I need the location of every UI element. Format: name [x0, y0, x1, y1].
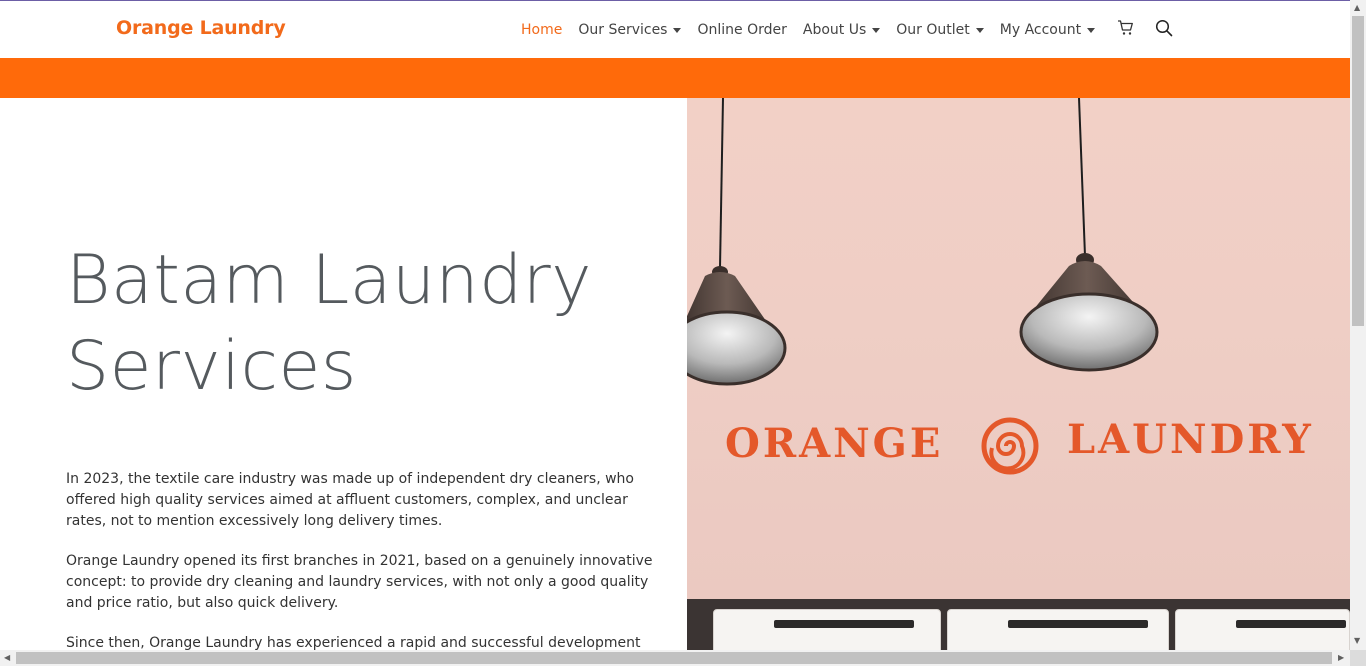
scroll-left-icon[interactable]: ◀: [4, 653, 10, 662]
vertical-scrollbar[interactable]: ▲ ▼: [1350, 0, 1366, 650]
horizontal-scroll-thumb[interactable]: [16, 652, 1332, 664]
scrollbar-corner: [1350, 650, 1366, 666]
hero-title-line-2: Services: [66, 327, 357, 406]
nav-item-label: My Account: [999, 22, 1082, 38]
nav-item-my-account[interactable]: My Account: [999, 22, 1096, 38]
scroll-down-icon[interactable]: ▼: [1354, 636, 1360, 645]
nav-item-our-services[interactable]: Our Services: [578, 22, 682, 38]
nav-item-label: Online Order: [697, 22, 787, 38]
hero-paragraph: Orange Laundry opened its first branches…: [66, 553, 653, 611]
caret-down-icon: [872, 27, 881, 33]
washing-machine: [1175, 609, 1350, 650]
nav-item-label: About Us: [802, 22, 867, 38]
orange-banner-strip: [0, 58, 1350, 98]
nav-item-online-order[interactable]: Online Order: [697, 22, 786, 38]
brand-logo[interactable]: Orange Laundry: [116, 17, 286, 39]
hero-text-section: Batam Laundry Services In 2023, the text…: [0, 98, 687, 650]
main-nav: Home Our Services Online Order About Us …: [521, 20, 1111, 40]
nav-item-label: Home: [521, 22, 563, 38]
hero-paragraph: In 2023, the textile care industry was m…: [66, 471, 634, 529]
hero-photo: ORANGE LAUNDRY: [687, 98, 1350, 650]
vertical-scroll-thumb[interactable]: [1352, 16, 1364, 326]
navbar: Orange Laundry Home Our Services Online …: [0, 1, 1350, 57]
caret-down-icon: [673, 27, 682, 33]
page: Orange Laundry Home Our Services Online …: [0, 0, 1350, 650]
horizontal-scrollbar[interactable]: ◀ ▶: [0, 650, 1350, 666]
washing-machine: [947, 609, 1169, 650]
scroll-right-icon[interactable]: ▶: [1338, 653, 1344, 662]
hero-paragraph: Since then, Orange Laundry has experienc…: [66, 635, 641, 650]
caret-down-icon: [1087, 27, 1096, 33]
nav-item-label: Our Services: [578, 22, 668, 38]
nav-item-our-outlet[interactable]: Our Outlet: [896, 22, 984, 38]
hero-title: Batam Laundry Services: [66, 238, 666, 410]
cart-icon[interactable]: [1116, 18, 1136, 38]
wall-sign-text-right: LAUNDRY: [1067, 416, 1314, 463]
wall-sign-text-left: ORANGE: [725, 420, 944, 467]
nav-item-about-us[interactable]: About Us: [802, 22, 881, 38]
caret-down-icon: [975, 27, 984, 33]
nav-item-label: Our Outlet: [896, 22, 970, 38]
washing-machine: [713, 609, 941, 650]
pendant-lamps-illustration: [687, 98, 1159, 475]
hero-title-line-1: Batam Laundry: [66, 241, 592, 320]
scroll-up-icon[interactable]: ▲: [1354, 3, 1360, 12]
nav-item-home[interactable]: Home: [521, 22, 562, 38]
search-icon[interactable]: [1154, 18, 1174, 38]
